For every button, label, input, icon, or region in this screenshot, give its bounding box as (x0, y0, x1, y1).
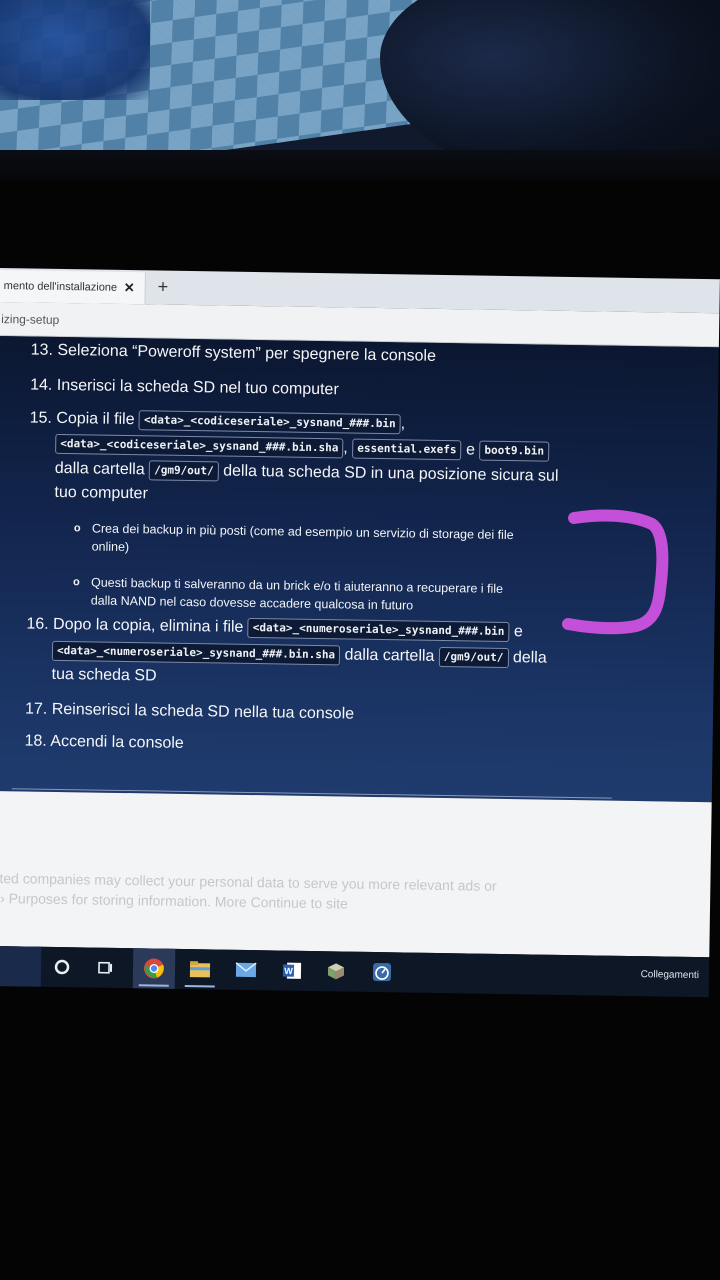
code-boot9-bin: boot9.bin (479, 440, 550, 462)
new-tab-button[interactable]: + (158, 276, 169, 297)
code-numeroseriale-sha: <data>_<numeroseriale>_sysnand_###.bin.s… (51, 640, 341, 666)
cookie-banner: cted companies may collect your personal… (0, 868, 710, 939)
task-view-icon[interactable] (85, 947, 128, 988)
from-folder: dalla cartella (54, 459, 145, 479)
step-17: 17. Reinserisci la scheda SD nella tua c… (24, 700, 355, 723)
step-15-line-4: tuo computer (54, 483, 148, 503)
code-gm9-out: /gm9/out/ (438, 646, 509, 668)
and-word: e (465, 441, 476, 459)
chrome-icon[interactable] (132, 948, 176, 989)
cortana-icon[interactable] (41, 947, 84, 988)
bullet-backup-places: Crea dei backup in più posti (come ad es… (75, 519, 615, 563)
step-15-prefix: 15. Copia il file (29, 409, 135, 429)
svg-text:W: W (284, 966, 293, 976)
from-folder: dalla cartella (344, 646, 435, 665)
step-14: 14. Inserisci la scheda SD nel tuo compu… (30, 376, 339, 399)
code-numeroseriale-bin: <data>_<numeroseriale>_sysnand_###.bin (247, 617, 510, 642)
step-13: 13. Seleziona “Poweroff system” per speg… (30, 341, 437, 365)
photo-scene: mento dell'installazione ✕ + izing-setup… (0, 0, 720, 1280)
blue-fabric (0, 0, 150, 100)
comma: , (400, 415, 406, 433)
fabric-shadow (0, 150, 720, 180)
word-icon[interactable]: W (271, 950, 314, 991)
tab-title: mento dell'installazione (3, 280, 118, 294)
magenta-bracket-annotation (562, 509, 669, 635)
start-area (0, 945, 42, 987)
app-box-icon[interactable] (315, 951, 358, 992)
bullet-backup-brick: Questi backup ti salveranno da un brick … (75, 573, 615, 617)
close-tab-icon[interactable]: ✕ (124, 280, 135, 296)
comma: , (343, 439, 348, 457)
step-16-line-3: tua scheda SD (51, 665, 157, 685)
browser-tab[interactable]: mento dell'installazione ✕ (0, 269, 146, 305)
step-16-prefix: 16. Dopo la copia, elimina i file (26, 615, 244, 636)
file-explorer-icon[interactable] (179, 949, 222, 990)
code-sysnand-bin: <data>_<codiceseriale>_sysnand_###.bin (138, 409, 401, 435)
and-word: e (513, 623, 523, 641)
code-essential-exefs: essential.exefs (352, 438, 462, 461)
code-gm9-out: /gm9/out/ (148, 460, 219, 482)
speedometer-icon[interactable] (361, 952, 404, 993)
background-fabric (0, 0, 720, 180)
step-15-rest: della tua scheda SD in una posizione sic… (223, 462, 559, 485)
step-18: 18. Accendi la console (24, 732, 184, 752)
taskbar-status-text[interactable]: Collegamenti (641, 969, 700, 981)
address-text: izing-setup (1, 312, 60, 327)
della-word: della (512, 649, 547, 667)
code-sysnand-sha: <data>_<codiceseriale>_sysnand_###.bin.s… (55, 433, 344, 459)
mail-icon[interactable] (225, 950, 268, 991)
